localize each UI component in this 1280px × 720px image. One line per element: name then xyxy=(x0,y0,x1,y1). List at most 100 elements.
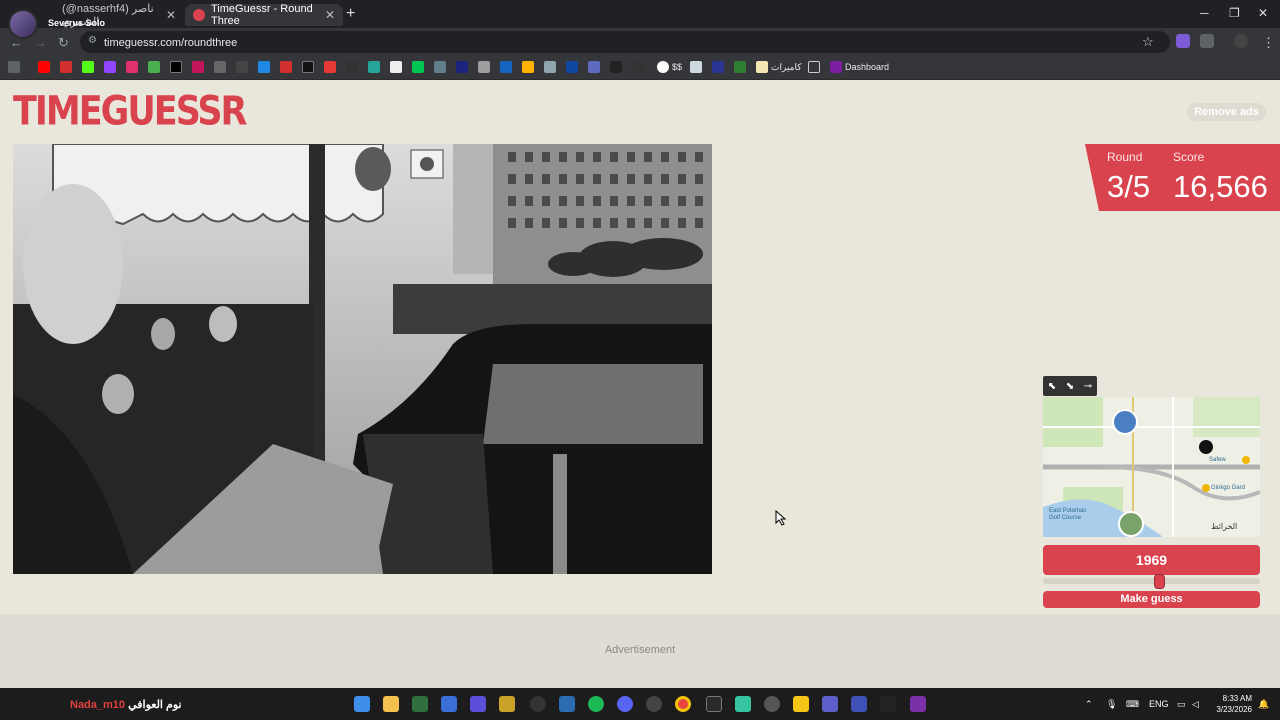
spotify-icon[interactable] xyxy=(588,696,604,712)
discord-icon[interactable] xyxy=(617,696,633,712)
bookmark-icon[interactable] xyxy=(236,61,248,73)
volume-icon[interactable]: ◁ xyxy=(1192,699,1199,710)
bookmark-icon[interactable] xyxy=(390,61,402,73)
bookmark-icon[interactable] xyxy=(610,61,622,73)
url-text[interactable]: timeguessr.com/roundthree xyxy=(104,37,237,49)
url-box[interactable] xyxy=(80,31,1170,53)
guess-map[interactable]: Safew Ginkgo Gard East Potomac Golf Cour… xyxy=(1043,397,1260,537)
bookmark-icon[interactable] xyxy=(280,61,292,73)
app-icon[interactable] xyxy=(706,696,722,712)
bookmark-icon[interactable] xyxy=(566,61,578,73)
x-bookmark-icon[interactable] xyxy=(170,61,182,73)
bookmark-label[interactable]: $$ xyxy=(672,62,682,72)
reload-icon[interactable]: ↻ xyxy=(58,35,69,51)
language-indicator[interactable]: ENG xyxy=(1149,699,1169,709)
bookmark-label[interactable]: كاميرات xyxy=(771,62,802,73)
bookmark-star-icon[interactable]: ☆ xyxy=(1142,34,1154,50)
minimize-icon[interactable]: ─ xyxy=(1200,6,1209,20)
bookmark-icon[interactable] xyxy=(214,61,226,73)
year-slider-track[interactable] xyxy=(1043,578,1260,584)
new-tab-icon[interactable]: + xyxy=(346,5,355,23)
menu-kebab-icon[interactable]: ⋮ xyxy=(1262,35,1275,51)
browser-tab-bar: (@nasserhf4) ناصر الشمري ✕ TimeGuessr - … xyxy=(0,0,1280,28)
expand-map-icon[interactable]: ⬉ xyxy=(1048,381,1056,392)
close-icon[interactable]: ✕ xyxy=(166,8,176,22)
tray-chevron-icon[interactable]: ⌃ xyxy=(1085,699,1093,710)
app-icon[interactable] xyxy=(441,696,457,712)
bookmark-icon[interactable] xyxy=(456,61,468,73)
app-icon[interactable] xyxy=(764,696,780,712)
chrome-icon[interactable] xyxy=(675,696,691,712)
app-icon[interactable] xyxy=(735,696,751,712)
clock-time: 8:33 AM xyxy=(1222,694,1252,703)
bookmark-icon[interactable] xyxy=(734,61,746,73)
twitch-bookmark-icon[interactable] xyxy=(104,61,116,73)
restore-icon[interactable]: ❐ xyxy=(1229,6,1240,20)
app-icon[interactable] xyxy=(470,696,486,712)
app-icon[interactable] xyxy=(412,696,428,712)
bookmark-icon[interactable] xyxy=(412,61,424,73)
extension-icon[interactable] xyxy=(1176,34,1190,48)
sticky-notes-icon[interactable] xyxy=(793,696,809,712)
site-info-icon[interactable]: ⚙ xyxy=(88,35,97,46)
bookmark-icon[interactable] xyxy=(368,61,380,73)
file-explorer-icon[interactable] xyxy=(383,696,399,712)
youtube-bookmark-icon[interactable] xyxy=(38,61,50,73)
start-icon[interactable] xyxy=(354,696,370,712)
bookmark-icon[interactable] xyxy=(302,61,314,73)
remove-ads-button[interactable]: Remove ads xyxy=(1187,103,1266,121)
shrink-map-icon[interactable]: ⬊ xyxy=(1066,381,1074,392)
app-icon[interactable] xyxy=(851,696,867,712)
teams-icon[interactable] xyxy=(822,696,838,712)
username-red: Nada_m10 xyxy=(70,699,126,711)
make-guess-button[interactable]: Make guess xyxy=(1043,591,1260,608)
app-icon[interactable] xyxy=(880,696,896,712)
bookmark-icon[interactable] xyxy=(148,61,160,73)
apps-grid-icon[interactable] xyxy=(8,61,20,73)
profile-icon[interactable] xyxy=(1234,34,1248,48)
app-icon[interactable] xyxy=(559,696,575,712)
google-bookmark-icon[interactable] xyxy=(657,61,669,73)
round-photo xyxy=(13,144,712,574)
bookmark-icon[interactable] xyxy=(690,61,702,73)
app-icon[interactable] xyxy=(910,696,926,712)
notification-icon[interactable]: 🔔 xyxy=(1258,699,1269,710)
folder-icon[interactable] xyxy=(808,61,820,73)
year-slider-thumb[interactable] xyxy=(1154,574,1166,589)
clock-date: 3/23/2026 xyxy=(1216,705,1252,714)
bookmark-icon[interactable] xyxy=(588,61,600,73)
bookmark-icon[interactable] xyxy=(324,61,336,73)
bookmark-icon[interactable] xyxy=(346,61,358,73)
bookmark-icon[interactable] xyxy=(434,61,446,73)
microphone-icon[interactable]: 🎙 xyxy=(1106,699,1117,710)
system-clock[interactable]: 8:33 AM 3/23/2026 xyxy=(1210,693,1252,715)
close-icon[interactable]: ✕ xyxy=(325,8,335,22)
close-window-icon[interactable]: ✕ xyxy=(1258,6,1268,20)
bookmark-icon[interactable] xyxy=(478,61,490,73)
browser-tab-active[interactable]: TimeGuessr - Round Three ✕ xyxy=(185,3,343,27)
keyboard-icon[interactable]: ⌨ xyxy=(1126,699,1139,710)
forward-icon[interactable]: → xyxy=(34,35,47,50)
score-label: Score xyxy=(1173,150,1205,164)
kick-bookmark-icon[interactable] xyxy=(82,61,94,73)
extensions-puzzle-icon[interactable] xyxy=(1200,34,1214,48)
bookmark-icon[interactable] xyxy=(756,61,768,73)
bookmark-icon[interactable] xyxy=(522,61,534,73)
profile-avatar[interactable] xyxy=(8,9,38,39)
bookmark-label[interactable]: Dashboard xyxy=(845,62,889,72)
bookmark-icon[interactable] xyxy=(712,61,724,73)
bookmark-icon[interactable] xyxy=(192,61,204,73)
bookmark-icon[interactable] xyxy=(830,61,842,73)
bookmark-icon[interactable] xyxy=(632,61,644,73)
network-icon[interactable]: ▭ xyxy=(1177,699,1186,710)
bookmark-icon[interactable] xyxy=(544,61,556,73)
bookmark-icon[interactable] xyxy=(60,61,72,73)
4k-app-icon[interactable] xyxy=(530,696,546,712)
app-icon[interactable] xyxy=(499,696,515,712)
timeguessr-logo[interactable]: TIMEGUESSR xyxy=(13,89,247,135)
instagram-bookmark-icon[interactable] xyxy=(126,61,138,73)
bookmark-icon[interactable] xyxy=(258,61,270,73)
app-icon[interactable] xyxy=(646,696,662,712)
bookmark-icon[interactable] xyxy=(500,61,512,73)
pin-map-icon[interactable]: ⊸ xyxy=(1084,381,1092,392)
